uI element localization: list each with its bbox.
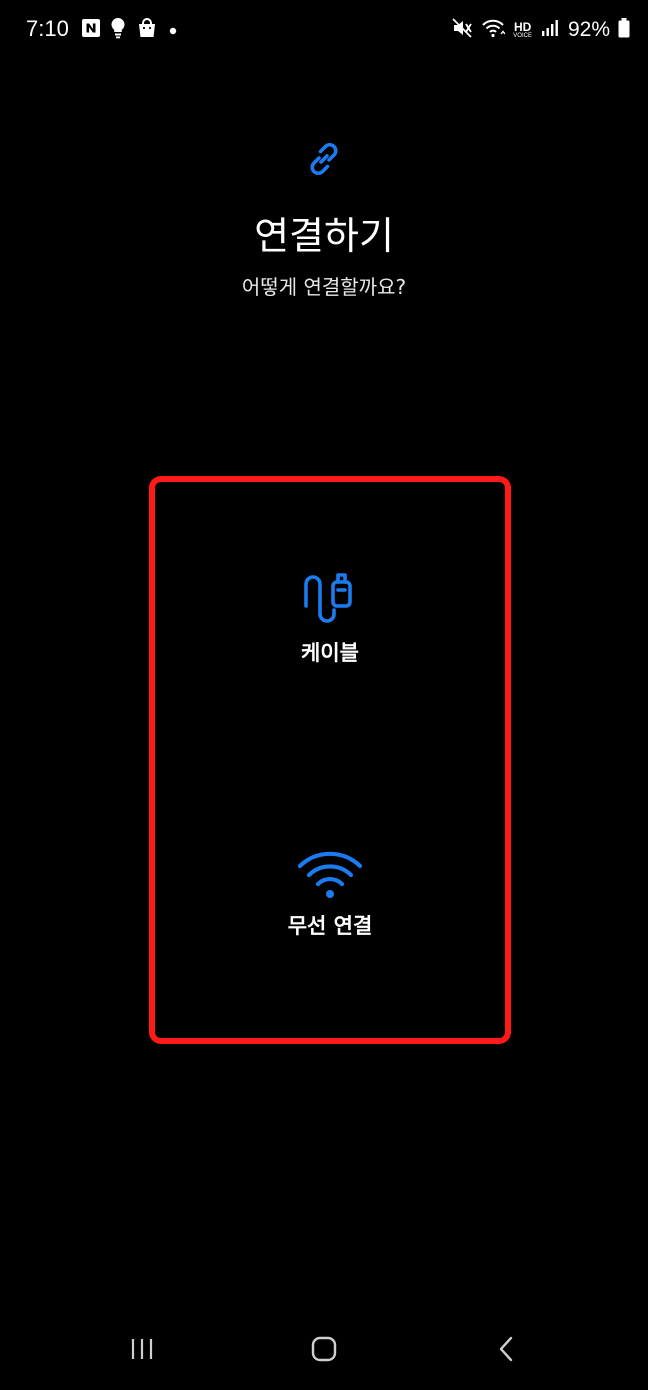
shopping-bag-icon <box>136 17 158 43</box>
status-bar: 7:10 HD VOICE 92% <box>0 0 648 60</box>
lightbulb-icon <box>110 17 126 43</box>
naver-icon <box>82 19 100 41</box>
back-icon <box>496 1335 516 1367</box>
battery-icon <box>618 18 630 42</box>
status-system-icons: HD VOICE 92% <box>451 14 630 46</box>
mute-icon <box>451 17 473 43</box>
hd-label: HD <box>513 20 532 34</box>
page-title: 연결하기 <box>254 214 394 258</box>
signal-icon <box>540 18 560 42</box>
recent-apps-icon <box>129 1337 155 1365</box>
wireless-option-label: 무선 연결 <box>287 914 373 938</box>
voice-label: VOICE <box>513 33 532 39</box>
notification-dot-icon <box>168 21 178 40</box>
wifi-status-icon <box>481 17 506 43</box>
cable-option[interactable]: 케이블 <box>155 570 505 680</box>
status-time: 7:10 <box>26 16 69 41</box>
recent-apps-button[interactable] <box>120 1336 164 1366</box>
screen: 7:10 HD VOICE 92% 연결하기 어떻게 연결할까요? 케이블 무선… <box>0 0 648 1390</box>
navigation-bar <box>0 1310 648 1390</box>
hd-voice-icon: HD VOICE <box>513 21 532 39</box>
wireless-option[interactable]: 무선 연결 <box>155 847 505 957</box>
battery-percent: 92% <box>567 18 610 41</box>
page-subtitle: 어떻게 연결할까요? <box>241 275 407 299</box>
status-notification-icons <box>82 16 178 44</box>
link-icon <box>303 138 345 180</box>
usb-cable-icon <box>155 570 505 632</box>
home-button[interactable] <box>302 1336 346 1366</box>
connection-options-highlight: 케이블 무선 연결 <box>149 476 511 1044</box>
back-button[interactable] <box>484 1336 528 1366</box>
home-icon <box>310 1335 338 1367</box>
cable-option-label: 케이블 <box>301 641 359 665</box>
wifi-icon <box>155 847 505 905</box>
